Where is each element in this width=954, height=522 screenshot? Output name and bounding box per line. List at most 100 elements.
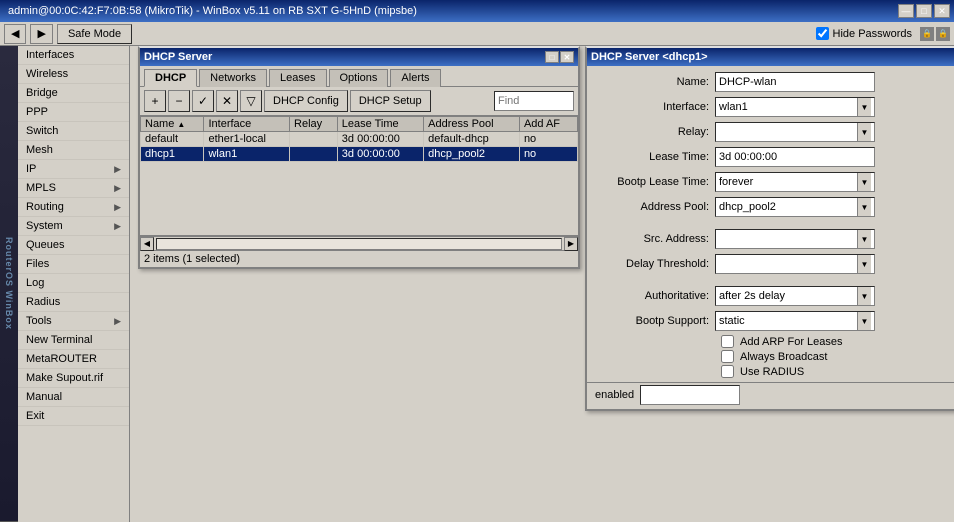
title-bar-buttons: — □ ✕ — [898, 4, 950, 18]
tools-arrow-icon: ▶ — [114, 316, 121, 327]
table-row[interactable]: default ether1-local 3d 00:00:00 default… — [141, 132, 578, 147]
col-name[interactable]: Name ▲ — [141, 117, 204, 132]
interface-label: Interface: — [595, 101, 715, 113]
sidebar-item-switch[interactable]: Switch — [18, 122, 129, 141]
ip-arrow-icon: ▶ — [114, 164, 121, 175]
col-address-pool[interactable]: Address Pool — [424, 117, 520, 132]
sidebar-item-make-supout[interactable]: Make Supout.rif — [18, 369, 129, 388]
tab-options[interactable]: Options — [329, 69, 389, 87]
sidebar-item-exit[interactable]: Exit — [18, 407, 129, 426]
dhcp-window-close-button[interactable]: ✕ — [560, 51, 574, 63]
sidebar-item-metarouter[interactable]: MetaROUTER — [18, 350, 129, 369]
always-broadcast-label: Always Broadcast — [740, 351, 827, 363]
sidebar-item-mesh[interactable]: Mesh — [18, 141, 129, 160]
minimize-button[interactable]: — — [898, 4, 914, 18]
remove-button[interactable]: − — [168, 90, 190, 112]
table-row[interactable]: dhcp1 wlan1 3d 00:00:00 dhcp_pool2 no — [141, 147, 578, 162]
tab-networks[interactable]: Networks — [199, 69, 267, 87]
detail-form: Name: Interface: wlan1 ▼ Relay: — [587, 66, 954, 409]
relay-select[interactable]: ▼ — [715, 122, 875, 142]
col-add-af[interactable]: Add AF — [519, 117, 577, 132]
use-radius-checkbox[interactable] — [721, 365, 734, 378]
tab-alerts[interactable]: Alerts — [390, 69, 440, 87]
col-interface[interactable]: Interface — [204, 117, 290, 132]
dhcp-setup-button[interactable]: DHCP Setup — [350, 90, 431, 112]
dhcp-table-container: Name ▲ Interface Relay Lease Time Addres… — [140, 116, 578, 236]
scroll-right-button[interactable]: ▶ — [564, 237, 578, 251]
check-button[interactable]: ✓ — [192, 90, 214, 112]
clear-button[interactable]: ✕ — [216, 90, 238, 112]
horizontal-scrollbar[interactable]: ◀ ▶ — [140, 236, 578, 250]
scroll-track[interactable] — [156, 238, 562, 250]
tab-dhcp[interactable]: DHCP — [144, 69, 197, 87]
delay-threshold-label: Delay Threshold: — [595, 258, 715, 270]
scroll-left-button[interactable]: ◀ — [140, 237, 154, 251]
bootp-lease-dropdown-icon: ▼ — [857, 173, 871, 191]
enabled-bar: enabled — [587, 382, 954, 407]
interface-select[interactable]: wlan1 ▼ — [715, 97, 875, 117]
delay-threshold-select[interactable]: ▼ — [715, 254, 875, 274]
sidebar-item-mpls[interactable]: MPLS ▶ — [18, 179, 129, 198]
hide-passwords-option: Hide Passwords 🔒 🔒 — [816, 27, 950, 41]
col-relay[interactable]: Relay — [290, 117, 338, 132]
authoritative-label: Authoritative: — [595, 290, 715, 302]
maximize-button[interactable]: □ — [916, 4, 932, 18]
lease-time-field[interactable] — [715, 147, 875, 167]
sidebar-items: Interfaces Wireless Bridge PPP Switch Me… — [18, 46, 129, 426]
sidebar-item-manual[interactable]: Manual — [18, 388, 129, 407]
relay-row: Relay: ▼ — [595, 121, 954, 143]
sidebar-item-wireless[interactable]: Wireless — [18, 65, 129, 84]
dhcp-server-window: DHCP Server □ ✕ DHCP Networks Leases Opt… — [138, 46, 580, 269]
find-input[interactable] — [494, 91, 574, 111]
tab-leases[interactable]: Leases — [269, 69, 326, 87]
sidebar-logo-text: RouterOS WinBox — [4, 237, 14, 330]
dhcp-table: Name ▲ Interface Relay Lease Time Addres… — [140, 116, 578, 162]
bootp-lease-time-row: Bootp Lease Time: forever ▼ — [595, 171, 954, 193]
sidebar-item-log[interactable]: Log — [18, 274, 129, 293]
sidebar-item-queues[interactable]: Queues — [18, 236, 129, 255]
dhcp-detail-title-bar: DHCP Server <dhcp1> □ ✕ — [587, 48, 954, 66]
sidebar-item-files[interactable]: Files — [18, 255, 129, 274]
interface-value: wlan1 — [719, 101, 748, 113]
sidebar: RouterOS WinBox Interfaces Wireless Brid… — [0, 46, 130, 522]
routing-arrow-icon: ▶ — [114, 202, 121, 213]
sidebar-item-new-terminal[interactable]: New Terminal — [18, 331, 129, 350]
hide-passwords-checkbox[interactable] — [816, 27, 829, 40]
authoritative-select[interactable]: after 2s delay ▼ — [715, 286, 875, 306]
bootp-lease-time-label: Bootp Lease Time: — [595, 176, 715, 188]
src-address-dropdown-icon: ▼ — [857, 230, 871, 248]
filter-button[interactable]: ▽ — [240, 90, 262, 112]
add-arp-label: Add ARP For Leases — [740, 336, 843, 348]
forward-button[interactable]: ▶ — [30, 24, 52, 44]
name-field[interactable] — [715, 72, 875, 92]
col-lease-time[interactable]: Lease Time — [337, 117, 423, 132]
dhcp-window-title-text: DHCP Server — [144, 51, 212, 63]
add-button[interactable]: + — [144, 90, 166, 112]
sidebar-item-ip[interactable]: IP ▶ — [18, 160, 129, 179]
sidebar-item-interfaces[interactable]: Interfaces — [18, 46, 129, 65]
add-arp-checkbox[interactable] — [721, 335, 734, 348]
safe-mode-button[interactable]: Safe Mode — [57, 24, 132, 44]
content-area: DHCP Server □ ✕ DHCP Networks Leases Opt… — [130, 46, 954, 522]
sidebar-item-routing[interactable]: Routing ▶ — [18, 198, 129, 217]
lock-icon-1: 🔒 — [920, 27, 934, 41]
title-bar: admin@00:0C:42:F7:0B:58 (MikroTik) - Win… — [0, 0, 954, 22]
bootp-support-row: Bootp Support: static ▼ — [595, 310, 954, 332]
dhcp-tab-bar: DHCP Networks Leases Options Alerts — [140, 66, 578, 87]
sidebar-item-radius[interactable]: Radius — [18, 293, 129, 312]
bootp-support-select[interactable]: static ▼ — [715, 311, 875, 331]
enabled-field[interactable] — [640, 385, 740, 405]
back-button[interactable]: ◀ — [4, 24, 26, 44]
always-broadcast-checkbox[interactable] — [721, 350, 734, 363]
sidebar-item-bridge[interactable]: Bridge — [18, 84, 129, 103]
bootp-lease-time-select[interactable]: forever ▼ — [715, 172, 875, 192]
src-address-select[interactable]: ▼ — [715, 229, 875, 249]
sidebar-item-system[interactable]: System ▶ — [18, 217, 129, 236]
sidebar-item-ppp[interactable]: PPP — [18, 103, 129, 122]
authoritative-value: after 2s delay — [719, 290, 785, 302]
dhcp-config-button[interactable]: DHCP Config — [264, 90, 348, 112]
address-pool-select[interactable]: dhcp_pool2 ▼ — [715, 197, 875, 217]
dhcp-window-restore-button[interactable]: □ — [545, 51, 559, 63]
sidebar-item-tools[interactable]: Tools ▶ — [18, 312, 129, 331]
close-button[interactable]: ✕ — [934, 4, 950, 18]
